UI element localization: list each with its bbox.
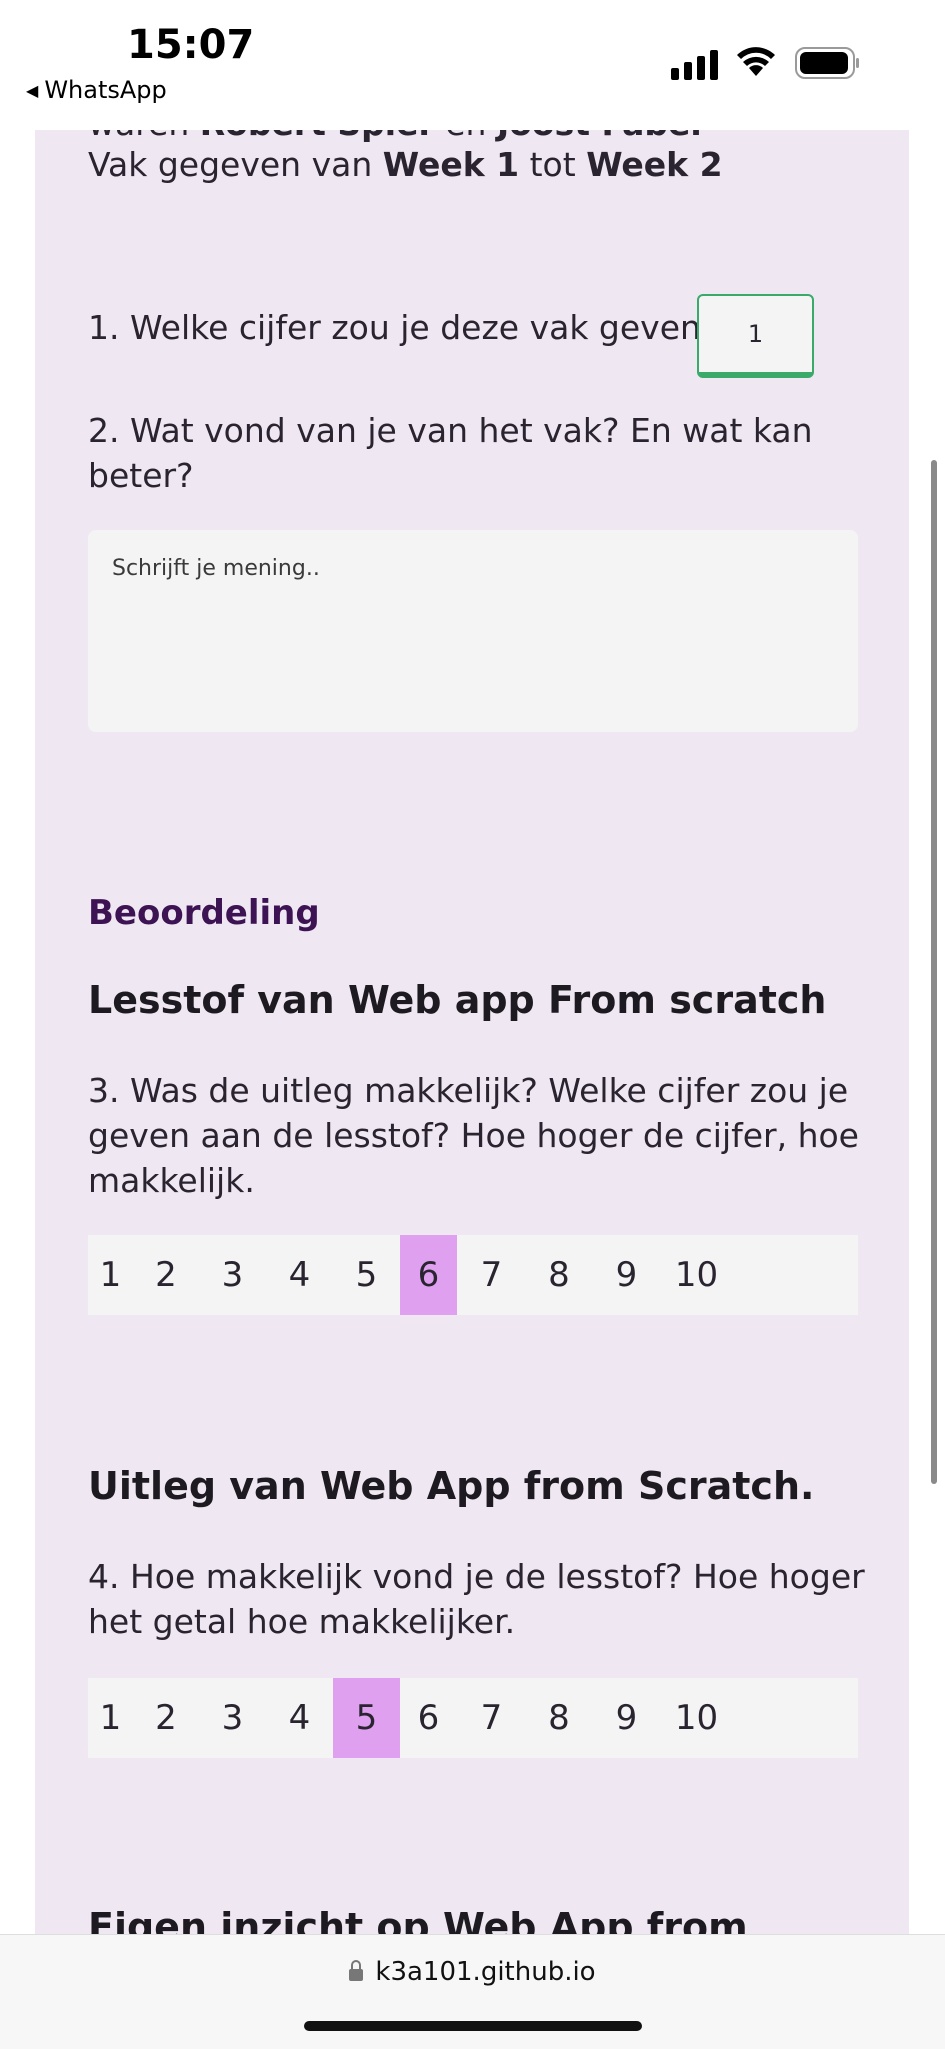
rating-scale-q4: 1 2 3 4 5 6 7 8 9 10: [88, 1678, 858, 1758]
q3-rating-option[interactable]: 4: [266, 1235, 333, 1315]
question-2-label: 2. Wat vond van je van het vak? En wat k…: [88, 411, 813, 495]
question-3-label: 3. Was de uitleg makkelijk? Welke cijfer…: [88, 1071, 859, 1200]
opinion-textarea[interactable]: Schrijft je mening..: [88, 530, 858, 732]
q3-rating-option[interactable]: 10: [661, 1235, 732, 1315]
q4-rating-option[interactable]: 8: [526, 1678, 592, 1758]
home-indicator[interactable]: [304, 2021, 642, 2031]
page-scrollbar[interactable]: [931, 460, 937, 1484]
q4-rating-option[interactable]: 2: [133, 1678, 199, 1758]
q4-rating-option[interactable]: 9: [592, 1678, 661, 1758]
back-app-label: WhatsApp: [44, 76, 167, 104]
battery-icon: [795, 46, 861, 84]
q4-rating-option[interactable]: 7: [457, 1678, 526, 1758]
back-triangle-icon: ◀: [26, 80, 39, 100]
q3-rating-option[interactable]: 5: [333, 1235, 400, 1315]
q4-rating-option[interactable]: 3: [199, 1678, 266, 1758]
q4-rating-option[interactable]: 5: [333, 1678, 400, 1758]
section-label-beoordeling: Beoordeling: [88, 893, 320, 933]
q4-rating-option[interactable]: 6: [400, 1678, 457, 1758]
q3-rating-option[interactable]: 8: [526, 1235, 592, 1315]
status-bar: 15:07 ◀ WhatsApp: [0, 0, 945, 130]
rating-scale-q3: 1 2 3 4 5 6 7 8 9 10: [88, 1235, 858, 1315]
q4-rating-option[interactable]: 4: [266, 1678, 333, 1758]
q3-rating-option[interactable]: 3: [199, 1235, 266, 1315]
q3-rating-option[interactable]: 2: [133, 1235, 199, 1315]
period-end: Week 2: [586, 145, 723, 184]
cellular-signal-icon: [671, 48, 718, 80]
wifi-icon: [734, 44, 778, 82]
q4-rating-option[interactable]: 1: [88, 1678, 133, 1758]
q4-rating-option[interactable]: 10: [661, 1678, 732, 1758]
url-text: k3a101.github.io: [375, 1957, 596, 1987]
heading-lesstof: Lesstof van Web app From scratch: [88, 978, 827, 1022]
url-display[interactable]: k3a101.github.io: [0, 1957, 945, 1987]
q3-rating-option[interactable]: 9: [592, 1235, 661, 1315]
period-line: Vak gegeven van Week 1 tot Week 2: [88, 145, 723, 184]
q3-rating-option[interactable]: 7: [457, 1235, 526, 1315]
q3-rating-option[interactable]: 6: [400, 1235, 457, 1315]
period-start: Week 1: [382, 145, 520, 184]
question-4-label: 4. Hoe makkelijk vond je de lesstof? Hoe…: [88, 1557, 865, 1641]
lock-icon: [349, 1960, 364, 1981]
grade-number-input[interactable]: 1: [697, 294, 814, 378]
q3-rating-option[interactable]: 1: [88, 1235, 133, 1315]
browser-url-bar[interactable]: k3a101.github.io: [0, 1934, 945, 2049]
clock: 15:07: [127, 22, 255, 68]
question-1-label: 1. Welke cijfer zou je deze vak geven?: [88, 308, 719, 347]
period-mid: tot: [519, 145, 587, 184]
back-to-app-button[interactable]: ◀ WhatsApp: [26, 76, 167, 104]
period-prefix: Vak gegeven van: [88, 145, 383, 184]
heading-uitleg: Uitleg van Web App from Scratch.: [88, 1464, 815, 1508]
